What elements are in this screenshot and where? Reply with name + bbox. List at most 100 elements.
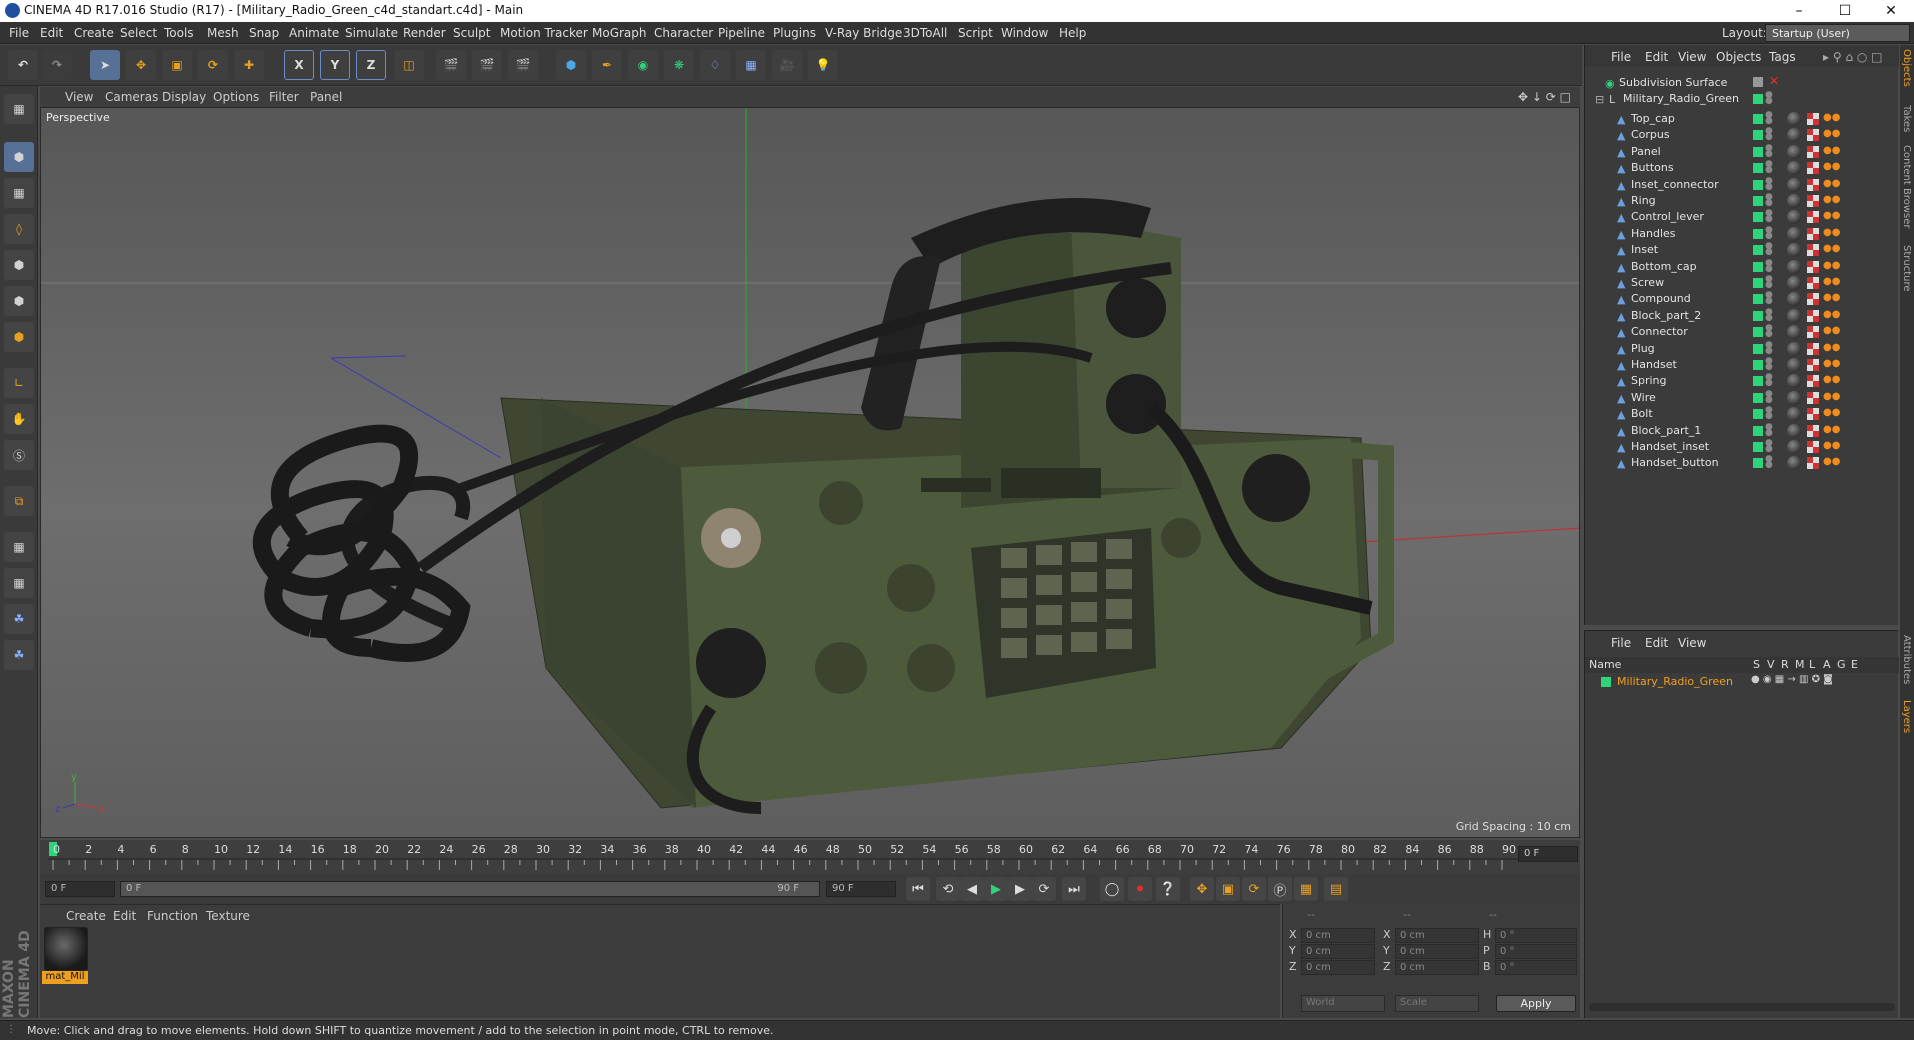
menu-snap[interactable]: Snap [249, 26, 279, 40]
autokey-icon[interactable]: ⚫ [1128, 877, 1152, 901]
selection-tag-icon[interactable]: ●● [1823, 260, 1840, 271]
key-parameter-icon[interactable]: Ⓟ [1268, 877, 1292, 901]
layer-menu-edit[interactable]: Edit [1645, 636, 1668, 650]
start-frame-field[interactable]: 0 F [45, 881, 115, 897]
uvw-tag-icon[interactable] [1807, 129, 1819, 142]
layer-name[interactable]: Military_Radio_Green [1617, 675, 1733, 688]
render-view-icon[interactable]: 🎬 [436, 50, 466, 80]
viewport-menu-view[interactable]: View [65, 90, 93, 104]
render-dots-icon[interactable]: ● ● [1765, 275, 1773, 290]
menu-vray-bridge[interactable]: V-Ray Bridge [825, 26, 902, 40]
floor-icon[interactable]: ▦ [736, 50, 766, 80]
record-keys-icon[interactable]: ◯ [1100, 877, 1124, 901]
material-tag-icon[interactable] [1787, 144, 1801, 159]
light-icon[interactable]: 💡 [808, 50, 838, 80]
previous-frame-icon[interactable]: ◀ [960, 877, 984, 901]
visibility-icon[interactable] [1753, 130, 1763, 141]
live-selection-icon[interactable]: ➤ [90, 50, 120, 80]
pos-x-field[interactable]: 0 cm [1301, 928, 1375, 943]
menu-render[interactable]: Render [403, 26, 446, 40]
render-dots-icon[interactable]: ● ● [1765, 242, 1773, 257]
render-dots-icon[interactable]: ● ● [1765, 91, 1773, 106]
layer-flag-icons[interactable]: ● ◉ ▦ → ▥ ✪ ◙ [1751, 674, 1833, 685]
selection-tag-icon[interactable]: ●● [1823, 210, 1840, 221]
visibility-icon[interactable] [1753, 327, 1763, 338]
material-tag-icon[interactable] [1787, 341, 1801, 356]
selection-tag-icon[interactable]: ●● [1823, 391, 1840, 402]
menu-3dtoall[interactable]: 3DToAll [903, 26, 947, 40]
apply-button[interactable]: Apply [1496, 995, 1576, 1012]
visibility-icon[interactable] [1753, 458, 1763, 469]
key-scale-icon[interactable]: ▣ [1216, 877, 1240, 901]
selection-tag-icon[interactable]: ●● [1823, 178, 1840, 189]
rotate-icon[interactable]: ⟳ [198, 50, 228, 80]
material-menu-edit[interactable]: Edit [113, 909, 136, 923]
model-mode-icon[interactable]: ⬢ [4, 142, 34, 172]
selection-tag-icon[interactable]: ●● [1823, 424, 1840, 435]
material-tag-icon[interactable] [1787, 440, 1801, 454]
texture-mode-icon[interactable]: ▦ [4, 178, 34, 208]
render-picture-viewer-icon[interactable]: 🎬 [472, 50, 502, 80]
material-tag-icon[interactable] [1787, 390, 1801, 405]
render-dots-icon[interactable]: ● ● [1765, 111, 1773, 126]
grid-lock-icon[interactable]: ▦ [4, 532, 34, 562]
selection-tag-icon[interactable]: ●● [1823, 128, 1840, 139]
uvw-tag-icon[interactable] [1807, 424, 1819, 437]
material-tag-icon[interactable] [1787, 374, 1801, 389]
key-rotation-icon[interactable]: ⟳ [1242, 877, 1266, 901]
timeline-window-icon[interactable]: ▤ [1324, 877, 1348, 901]
material-menu-create[interactable]: Create [66, 909, 106, 923]
render-dots-icon[interactable]: ● ● [1765, 209, 1773, 224]
material-tag-icon[interactable] [1787, 194, 1801, 208]
current-frame-field[interactable]: 0 F [1518, 846, 1578, 862]
menu-select[interactable]: Select [120, 26, 157, 40]
pos-z-field[interactable]: 0 cm [1301, 960, 1375, 975]
menu-simulate[interactable]: Simulate [345, 26, 398, 40]
viewport-menu-cameras[interactable]: Cameras [105, 90, 158, 104]
menu-script[interactable]: Script [958, 26, 993, 40]
selection-tag-icon[interactable]: ●● [1823, 292, 1840, 303]
pen-spline-icon[interactable]: ✒ [592, 50, 622, 80]
material-menu-function[interactable]: Function [147, 909, 198, 923]
material-tag-icon[interactable] [1787, 325, 1801, 340]
layer-horizontal-scrollbar[interactable] [1589, 1003, 1895, 1011]
menu-edit[interactable]: Edit [40, 26, 63, 40]
uvw-tag-icon[interactable] [1807, 113, 1819, 125]
layer-row[interactable]: Military_Radio_Green ● ◉ ▦ → ▥ ✪ ◙ [1585, 674, 1899, 690]
menu-plugins[interactable]: Plugins [773, 26, 816, 40]
visibility-icon[interactable] [1753, 442, 1763, 452]
visibility-icon[interactable] [1753, 294, 1763, 305]
material-menu-texture[interactable]: Texture [206, 909, 250, 923]
transform-icon[interactable]: ✚ [234, 50, 264, 80]
material-tag-icon[interactable] [1787, 292, 1801, 307]
menu-character[interactable]: Character [654, 26, 713, 40]
rot-h-field[interactable]: 0 ° [1495, 928, 1577, 943]
selection-tag-icon[interactable]: ●● [1823, 194, 1840, 205]
enable-check-icon[interactable] [1753, 77, 1763, 87]
rot-b-field[interactable]: 0 ° [1495, 960, 1577, 975]
uvw-tag-icon[interactable] [1807, 326, 1819, 339]
python-console-icon[interactable]: ☘ [4, 640, 34, 670]
render-dots-icon[interactable]: ● ● [1765, 176, 1773, 191]
render-dots-icon[interactable]: ● ● [1765, 422, 1773, 437]
x-axis-lock-button[interactable]: X [284, 50, 314, 80]
make-editable-icon[interactable]: ▦ [4, 94, 34, 124]
obj-menu-view[interactable]: View [1678, 50, 1706, 64]
goto-start-icon[interactable]: ⏮ [906, 877, 930, 901]
menu-motion-tracker[interactable]: Motion Tracker [500, 26, 588, 40]
selection-tag-icon[interactable]: ●● [1823, 309, 1840, 320]
close-button[interactable]: ✕ [1868, 0, 1914, 22]
next-key-icon[interactable]: ⟳ [1032, 877, 1056, 901]
selection-tag-icon[interactable]: ●● [1823, 243, 1840, 254]
uvw-tag-icon[interactable] [1807, 408, 1819, 421]
uvw-tag-icon[interactable] [1807, 309, 1819, 322]
selection-tag-icon[interactable]: ●● [1823, 358, 1840, 369]
selection-tag-icon[interactable]: ●● [1823, 325, 1840, 336]
uvw-tag-icon[interactable] [1807, 457, 1819, 470]
minimize-button[interactable]: – [1776, 0, 1822, 22]
maximize-button[interactable]: ☐ [1822, 0, 1868, 22]
collapse-icon[interactable]: ⊟ [1595, 93, 1605, 106]
magnet-icon[interactable]: ⧉ [4, 486, 34, 516]
tab-layers[interactable]: Layers [1901, 700, 1912, 733]
material-tag-icon[interactable] [1787, 407, 1801, 422]
